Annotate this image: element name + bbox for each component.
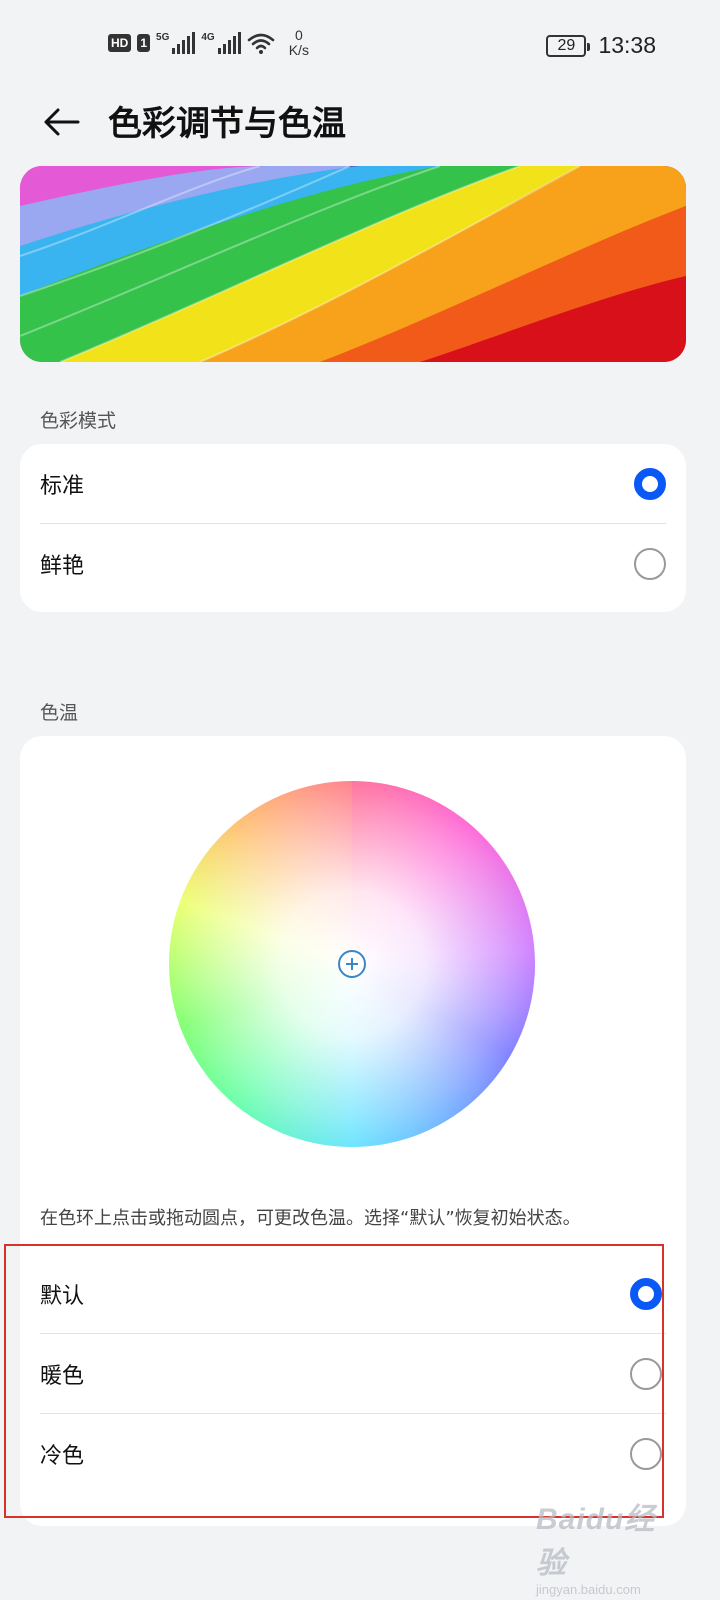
- arrow-left-icon: [44, 108, 80, 136]
- sim-badge: 1: [137, 34, 151, 52]
- color-wheel[interactable]: [169, 781, 535, 1147]
- radio-selected[interactable]: [634, 468, 666, 500]
- status-left: HD 1 5G 4G 0 K/s: [108, 28, 309, 58]
- option-label: 鲜艳: [40, 554, 85, 579]
- radio-selected[interactable]: [630, 1278, 662, 1310]
- rainbow-preview-image: [20, 166, 686, 362]
- network-label-4g: 4G: [201, 32, 215, 43]
- hd-badge: HD: [108, 34, 132, 52]
- color-temperature-options: 默认 暖色 冷色: [20, 1254, 686, 1494]
- option-label: 标准: [40, 474, 85, 499]
- watermark-sub: jingyan.baidu.com: [536, 1582, 641, 1597]
- battery-icon: 29: [546, 34, 591, 57]
- color-mode-option-standard[interactable]: 标准: [20, 444, 686, 524]
- watermark-main: Baidu经验: [536, 1503, 656, 1580]
- signal-4g-icon: 4G: [201, 32, 241, 54]
- radio-unselected[interactable]: [630, 1438, 662, 1470]
- temperature-option-warm[interactable]: 暖色: [20, 1334, 686, 1414]
- status-right: 29 13:38: [546, 32, 656, 59]
- radio-unselected[interactable]: [630, 1358, 662, 1390]
- speed-value: 0: [294, 27, 303, 43]
- temperature-option-cool[interactable]: 冷色: [20, 1414, 686, 1494]
- status-bar: HD 1 5G 4G 0 K/s 29 13:38: [0, 0, 720, 92]
- network-speed: 0 K/s: [289, 28, 309, 58]
- temperature-option-default[interactable]: 默认: [20, 1254, 686, 1334]
- color-temperature-hint: 在色环上点击或拖动圆点，可更改色温。选择“默认”恢复初始状态。: [40, 1208, 581, 1229]
- color-mode-card: 标准 鲜艳: [20, 444, 686, 612]
- option-label: 冷色: [40, 1444, 85, 1469]
- color-temperature-section-label: 色温: [40, 702, 79, 724]
- back-button[interactable]: [40, 100, 84, 144]
- wifi-icon: [247, 33, 275, 54]
- option-label: 暖色: [40, 1364, 85, 1389]
- color-mode-option-vivid[interactable]: 鲜艳: [20, 524, 686, 604]
- speed-unit: K/s: [288, 42, 309, 58]
- signal-5g-icon: 5G: [156, 32, 196, 54]
- color-mode-section-label: 色彩模式: [40, 410, 117, 432]
- battery-level: 29: [557, 36, 576, 54]
- network-label-5g: 5G: [156, 32, 170, 43]
- color-wheel-handle[interactable]: [338, 950, 366, 978]
- radio-unselected[interactable]: [634, 548, 666, 580]
- title-bar: 色彩调节与色温: [0, 92, 720, 154]
- page-title: 色彩调节与色温: [108, 104, 346, 144]
- baidu-watermark: Baidu经验 jingyan.baidu.com: [536, 1494, 676, 1597]
- color-preview-banner: [20, 166, 686, 362]
- clock: 13:38: [598, 32, 656, 58]
- option-label: 默认: [40, 1284, 85, 1309]
